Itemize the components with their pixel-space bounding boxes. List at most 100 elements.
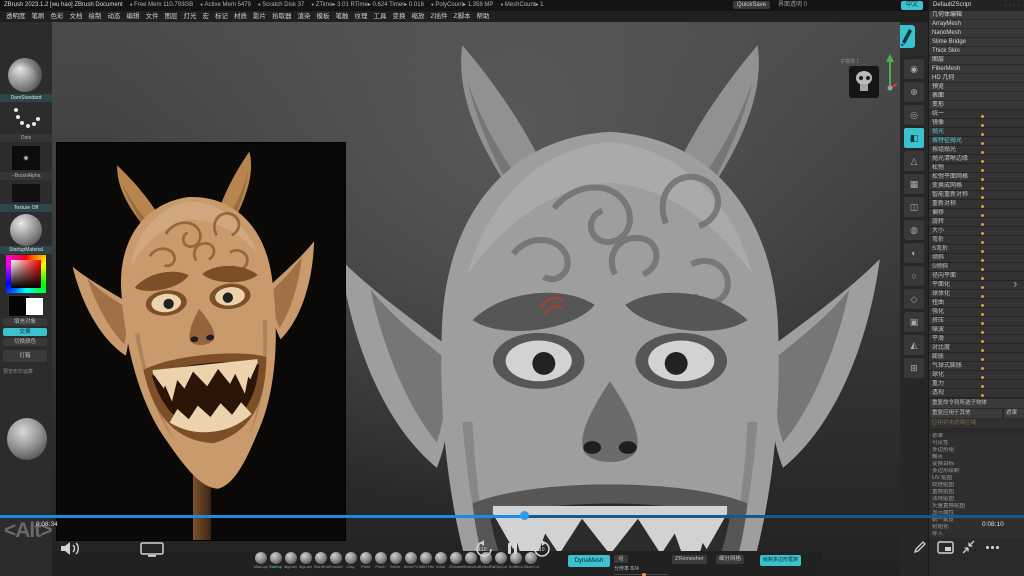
menu-item[interactable]: 透明度 bbox=[6, 13, 26, 20]
deformation-slider[interactable]: 球体化 bbox=[929, 290, 1024, 299]
right-shelf-icon[interactable]: ◧ bbox=[904, 128, 924, 148]
deformation-slider[interactable]: 扭曲 bbox=[929, 299, 1024, 308]
menu-item[interactable]: 影片 bbox=[253, 13, 266, 20]
menu-item[interactable]: 灯光 bbox=[184, 13, 197, 20]
right-shelf-icon[interactable]: ◎ bbox=[904, 105, 924, 125]
menu-item[interactable]: 材质 bbox=[234, 13, 247, 20]
menu-item[interactable]: 变换 bbox=[393, 13, 406, 20]
tool-palette-item[interactable]: 几何体编辑 bbox=[929, 11, 1024, 19]
deformation-slider[interactable]: 径向平面 bbox=[929, 272, 1024, 281]
alt-color-button[interactable]: 切换颜色 bbox=[3, 338, 47, 346]
divide-button[interactable]: 细分网格 bbox=[716, 555, 744, 564]
saturation-square[interactable] bbox=[11, 260, 41, 288]
menu-item[interactable]: 色彩 bbox=[51, 13, 64, 20]
tray-brush[interactable]: MatCap bbox=[253, 552, 268, 569]
tool-palette-section[interactable]: 多边形绘制 bbox=[929, 468, 1024, 475]
pause-button[interactable] bbox=[508, 543, 511, 554]
right-shelf-icon[interactable]: ▣ bbox=[904, 312, 924, 332]
tray-brush[interactable]: Startup bbox=[268, 552, 283, 569]
lightbox-button[interactable]: 灯箱 bbox=[3, 350, 47, 362]
deformation-slider[interactable]: 变换成网格 bbox=[929, 182, 1024, 191]
pencil-icon[interactable] bbox=[913, 540, 927, 554]
tray-brush[interactable]: Move bbox=[388, 552, 403, 569]
tool-palette-section[interactable]: 变换目标 bbox=[929, 461, 1024, 468]
right-shelf-icon[interactable]: ◫ bbox=[904, 197, 924, 217]
deformation-slider[interactable]: 倾斜 bbox=[929, 254, 1024, 263]
right-shelf-icon[interactable]: ⊕ bbox=[904, 82, 924, 102]
menu-item[interactable]: 标记 bbox=[215, 13, 228, 20]
menu-item[interactable]: 绘制 bbox=[89, 13, 102, 20]
more-options-icon[interactable] bbox=[986, 546, 989, 549]
right-shelf-icon[interactable]: ⊞ bbox=[904, 358, 924, 378]
deformation-slider[interactable]: 平滑 bbox=[929, 335, 1024, 344]
deformation-slider[interactable]: 重力 bbox=[929, 380, 1024, 389]
tray-brush[interactable]: ClipCur bbox=[493, 552, 508, 569]
material-thumbnail[interactable] bbox=[10, 214, 42, 246]
tool-palette-section[interactable]: 法线贴图 bbox=[929, 496, 1024, 503]
texture-name-label[interactable]: Texture Off bbox=[0, 204, 52, 212]
deformation-slider[interactable]: 强化 bbox=[929, 308, 1024, 317]
menu-item[interactable]: 帮助 bbox=[476, 13, 489, 20]
tray-brush[interactable]: ZModele bbox=[448, 552, 463, 569]
speaker-icon[interactable] bbox=[60, 541, 82, 556]
tool-palette-item[interactable]: 变形 bbox=[929, 101, 1024, 109]
tray-brush[interactable]: MoveTo bbox=[403, 552, 418, 569]
dynamesh-button[interactable]: DynaMesh bbox=[568, 555, 610, 567]
tool-palette-section[interactable]: 置换贴图 bbox=[929, 489, 1024, 496]
tray-brush[interactable]: Paint bbox=[358, 552, 373, 569]
tray-brush[interactable]: IMM Her bbox=[418, 552, 433, 569]
fill-object-button[interactable]: 填充对象 bbox=[3, 318, 47, 326]
menu-item[interactable]: 模板 bbox=[317, 13, 330, 20]
repeat-mask-toggle[interactable]: 遮罩 bbox=[1004, 409, 1024, 418]
mini-player-icon[interactable] bbox=[937, 541, 954, 554]
tool-palette-section[interactable]: 可见性 bbox=[929, 440, 1024, 447]
menu-item[interactable]: 宏 bbox=[203, 13, 210, 20]
deformation-slider[interactable]: 对比度 bbox=[929, 344, 1024, 353]
right-shelf-icon[interactable]: ◇ bbox=[904, 289, 924, 309]
right-shelf-icon[interactable]: ◭ bbox=[904, 335, 924, 355]
right-shelf-icon[interactable]: △ bbox=[904, 151, 924, 171]
tool-palette-section[interactable]: UV 贴图 bbox=[929, 475, 1024, 482]
deformation-slider[interactable]: 按组抛光 bbox=[929, 146, 1024, 155]
menu-item[interactable]: 编辑 bbox=[127, 13, 140, 20]
tool-palette-item[interactable]: ArrayMesh bbox=[929, 20, 1024, 28]
deformation-slider[interactable]: 气球式膨胀 bbox=[929, 362, 1024, 371]
menu-item[interactable]: 动态 bbox=[108, 13, 121, 20]
panel-expander-arrow[interactable]: › bbox=[1013, 276, 1017, 291]
dynamesh-resolution-slider[interactable]: 分辨率 824 bbox=[614, 565, 668, 575]
tray-brush[interactable]: Inflat bbox=[433, 552, 448, 569]
repeat-other-button[interactable]: 重复应用于其他 bbox=[930, 409, 1002, 418]
deformation-slider[interactable]: 智能重新对称 bbox=[929, 191, 1024, 200]
deformation-slider[interactable]: 透视 bbox=[929, 389, 1024, 398]
tool-palette-section[interactable]: 多边形组 bbox=[929, 447, 1024, 454]
tray-brush[interactable]: digLaci bbox=[298, 552, 313, 569]
menu-item[interactable]: 笔刷 bbox=[32, 13, 45, 20]
right-shelf-icon[interactable]: ◍ bbox=[904, 220, 924, 240]
alpha-name-label[interactable]: --BrushAlpha bbox=[0, 172, 52, 180]
deformation-slider[interactable]: S倾斜 bbox=[929, 263, 1024, 272]
tool-palette-section[interactable]: 导入 bbox=[929, 531, 1024, 538]
pen-tool-button[interactable] bbox=[898, 25, 915, 48]
deformation-slider[interactable]: 弯折 bbox=[929, 236, 1024, 245]
right-shelf-icon[interactable]: ◉ bbox=[904, 59, 924, 79]
tray-brush[interactable]: KnifeCu bbox=[508, 552, 523, 569]
tool-palette-section[interactable]: 触点 bbox=[929, 454, 1024, 461]
brush-thumbnail[interactable] bbox=[8, 58, 42, 92]
brush-name-label[interactable]: DamStandard bbox=[0, 94, 52, 102]
deformation-slider[interactable]: 膨胀 bbox=[929, 353, 1024, 362]
exit-fullscreen-icon[interactable] bbox=[961, 540, 976, 554]
tool-palette-item[interactable]: 表面 bbox=[929, 92, 1024, 100]
tray-brush[interactable]: Smooth bbox=[328, 552, 343, 569]
menu-item[interactable]: 渲染 bbox=[298, 13, 311, 20]
deformation-slider[interactable]: 旋转 bbox=[929, 218, 1024, 227]
right-shelf-icon[interactable]: ◐ bbox=[904, 243, 924, 263]
tray-brush[interactable]: Clay bbox=[343, 552, 358, 569]
screen-share-icon[interactable] bbox=[140, 542, 164, 557]
tool-palette-item[interactable]: 图层 bbox=[929, 56, 1024, 64]
deformation-slider[interactable]: 大小 bbox=[929, 227, 1024, 236]
tool-palette-section[interactable]: 纹理贴图 bbox=[929, 482, 1024, 489]
deformation-slider[interactable]: 重新对称 bbox=[929, 200, 1024, 209]
deformation-slider[interactable]: 挤压 bbox=[929, 317, 1024, 326]
repeat-to-subtools-button[interactable]: 重复命令到所选子物体 bbox=[930, 399, 1024, 408]
tray-brush[interactable]: SkinSha bbox=[313, 552, 328, 569]
